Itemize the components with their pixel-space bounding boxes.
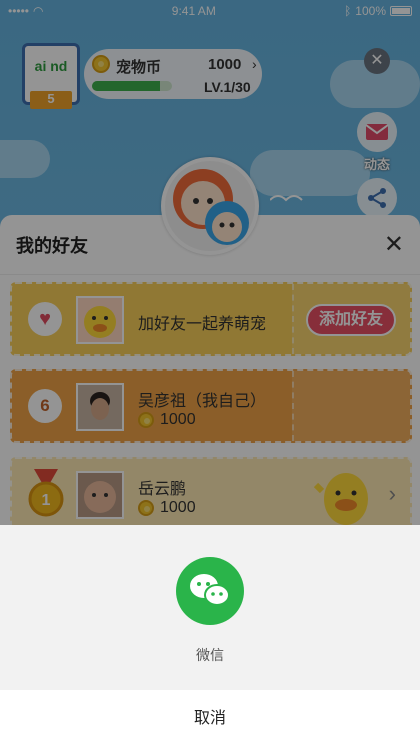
wechat-icon (176, 557, 244, 625)
share-option-label: 微信 (196, 647, 224, 663)
cancel-button[interactable]: 取消 (0, 690, 420, 747)
share-option-wechat[interactable]: 微信 (175, 557, 245, 665)
share-sheet: 微信 取消 (0, 525, 420, 747)
